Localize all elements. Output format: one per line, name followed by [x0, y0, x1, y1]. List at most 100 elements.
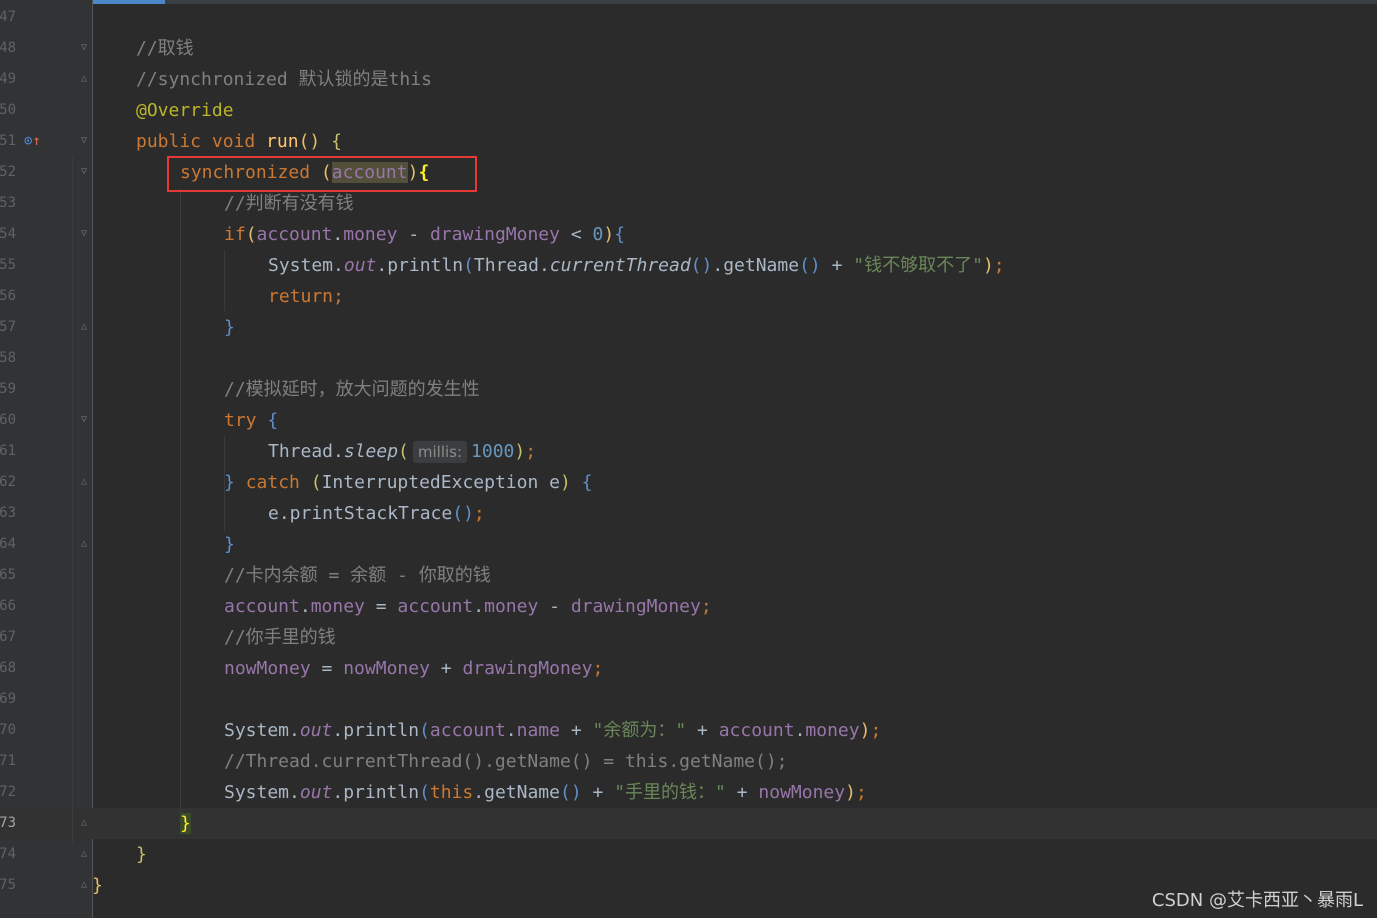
code-line[interactable]: 73 △} — [0, 808, 1377, 839]
code-line[interactable]: 69 — [0, 684, 1377, 715]
code-token: ) — [514, 441, 526, 462]
code-text: e.printStackTrace(); — [268, 498, 485, 529]
fold-toggle-icon[interactable]: △ — [78, 879, 90, 891]
code-line[interactable]: 65 //卡内余额 = 余额 - 你取的钱 — [0, 560, 1377, 591]
line-number[interactable]: 52 — [0, 157, 16, 188]
code-text: } — [180, 808, 191, 839]
code-line[interactable]: 72 System.out.println(this.getName() + "手… — [0, 777, 1377, 808]
line-number[interactable]: 62 — [0, 467, 16, 498]
code-line[interactable]: 58 — [0, 343, 1377, 374]
fold-toggle-icon[interactable]: △ — [78, 321, 90, 333]
code-line[interactable]: 74 △} — [0, 839, 1377, 870]
code-line[interactable]: 56 return; — [0, 281, 1377, 312]
code-line[interactable]: 57 △} — [0, 312, 1377, 343]
code-token: ; — [333, 286, 344, 307]
line-number[interactable]: 63 — [0, 498, 16, 529]
code-line[interactable]: 48 ▽ //取钱 — [0, 33, 1377, 64]
code-token: InterruptedException e — [321, 472, 560, 493]
code-token: //卡内余额 = 余额 - 你取的钱 — [224, 565, 491, 586]
code-line[interactable]: 54 ▽ if(account.money - drawingMoney < 0){ — [0, 219, 1377, 250]
line-number[interactable]: 56 — [0, 281, 16, 312]
code-line[interactable]: 61 Thread.sleep(millis: 1000); — [0, 436, 1377, 467]
code-text: return; — [268, 281, 344, 312]
line-number[interactable]: 48 — [0, 33, 16, 64]
code-line[interactable]: 59 //模拟延时，放大问题的发生性 — [0, 374, 1377, 405]
line-number[interactable]: 67 — [0, 622, 16, 653]
code-token: money — [310, 596, 365, 617]
code-token: { — [267, 410, 279, 431]
line-number[interactable]: 55 — [0, 250, 16, 281]
code-token: () — [799, 255, 821, 276]
code-token: 0 — [592, 224, 604, 245]
code-token: money — [805, 720, 860, 741]
code-text: //你手里的钱 — [224, 622, 336, 653]
code-line[interactable]: 55 System.out.println(Thread.currentThrea… — [0, 250, 1377, 281]
code-token: .println — [376, 255, 464, 276]
fold-toggle-icon[interactable]: ▽ — [78, 42, 90, 54]
indent-guide — [180, 188, 181, 815]
code-token: () — [690, 255, 713, 276]
code-token: drawingMoney — [462, 658, 593, 679]
code-token: money — [484, 596, 539, 617]
indent-guide — [224, 250, 225, 311]
line-number[interactable]: 59 — [0, 374, 16, 405]
code-token: ) — [982, 255, 994, 276]
line-number[interactable]: 74 — [0, 839, 16, 870]
synchronized-highlight-box — [167, 156, 477, 192]
line-number[interactable]: 68 — [0, 653, 16, 684]
code-line[interactable]: 64 △} — [0, 529, 1377, 560]
code-line[interactable]: 67 //你手里的钱 — [0, 622, 1377, 653]
line-number[interactable]: 57 — [0, 312, 16, 343]
code-token: () — [298, 131, 332, 152]
fold-toggle-icon[interactable]: ▽ — [78, 166, 90, 178]
line-number[interactable]: 51 — [0, 126, 16, 157]
fold-toggle-icon[interactable]: ▽ — [78, 414, 90, 426]
line-number[interactable]: 47 — [0, 2, 16, 33]
code-line[interactable]: 62 △} catch (InterruptedException e) { — [0, 467, 1377, 498]
code-token: . — [505, 720, 517, 741]
code-line[interactable]: 49 △ //synchronized 默认锁的是this — [0, 64, 1377, 95]
code-line[interactable]: 50 @Override — [0, 95, 1377, 126]
line-number[interactable]: 49 — [0, 64, 16, 95]
line-number[interactable]: 72 — [0, 777, 16, 808]
line-number[interactable]: 73 — [0, 808, 16, 839]
line-number[interactable]: 58 — [0, 343, 16, 374]
code-editor[interactable]: 47 48 ▽ //取钱 49 △ //synchronized 默认锁的是this 50 @O… — [0, 0, 1377, 918]
code-line[interactable]: 51 ▽ public void run() { — [0, 126, 1377, 157]
fold-toggle-icon[interactable]: ▽ — [78, 135, 90, 147]
fold-toggle-icon[interactable]: △ — [78, 73, 90, 85]
fold-toggle-icon[interactable]: △ — [78, 817, 90, 829]
code-token: System. — [224, 720, 300, 741]
fold-toggle-icon[interactable]: △ — [78, 538, 90, 550]
override-method-icon[interactable]: ⊙↑ — [24, 133, 41, 149]
code-token: . — [332, 224, 344, 245]
line-number[interactable]: 65 — [0, 560, 16, 591]
code-token: "余额为：" — [592, 720, 687, 741]
line-number[interactable]: 61 — [0, 436, 16, 467]
code-line[interactable]: 66 account.money = account.money - drawin… — [0, 591, 1377, 622]
code-line[interactable]: 70 System.out.println(account.name + "余额为… — [0, 715, 1377, 746]
fold-toggle-icon[interactable]: △ — [78, 476, 90, 488]
line-number[interactable]: 69 — [0, 684, 16, 715]
code-token: 1000 — [471, 441, 515, 462]
parameter-hint: millis: — [412, 441, 468, 463]
line-number[interactable]: 75 — [0, 870, 16, 901]
code-line[interactable]: 68 nowMoney = nowMoney + drawingMoney; — [0, 653, 1377, 684]
line-number[interactable]: 54 — [0, 219, 16, 250]
fold-toggle-icon[interactable]: △ — [78, 848, 90, 860]
code-line[interactable]: 47 — [0, 2, 1377, 33]
fold-toggle-icon[interactable]: ▽ — [78, 228, 90, 240]
line-number[interactable]: 50 — [0, 95, 16, 126]
line-number[interactable]: 60 — [0, 405, 16, 436]
code-line[interactable]: 53 //判断有没有钱 — [0, 188, 1377, 219]
line-number[interactable]: 70 — [0, 715, 16, 746]
code-line[interactable]: 63 e.printStackTrace(); — [0, 498, 1377, 529]
code-token: + — [820, 255, 854, 276]
line-number[interactable]: 64 — [0, 529, 16, 560]
code-line[interactable]: 71 //Thread.currentThread().getName() = t… — [0, 746, 1377, 777]
code-text: //卡内余额 = 余额 - 你取的钱 — [224, 560, 491, 591]
line-number[interactable]: 71 — [0, 746, 16, 777]
line-number[interactable]: 53 — [0, 188, 16, 219]
code-line[interactable]: 60 ▽ try { — [0, 405, 1377, 436]
line-number[interactable]: 66 — [0, 591, 16, 622]
